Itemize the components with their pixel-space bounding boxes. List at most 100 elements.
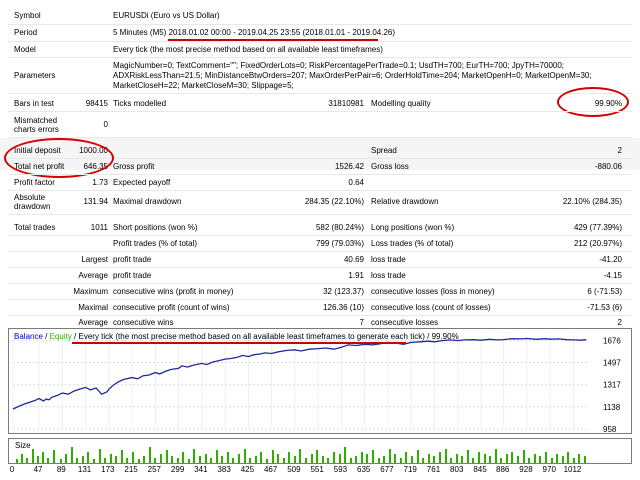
volume-bar	[394, 454, 397, 463]
volume-bar	[37, 456, 40, 463]
volume-bar	[561, 456, 564, 463]
expected-payoff-label: Expected payoff	[113, 178, 171, 187]
volume-bar	[455, 454, 458, 463]
volume-bar	[539, 456, 542, 463]
volume-bar	[221, 456, 224, 463]
volume-bar	[176, 458, 179, 463]
volume-bar	[65, 454, 68, 463]
volume-bar	[254, 456, 257, 463]
volume-bar	[21, 454, 24, 463]
x-tick-label: 467	[263, 465, 278, 474]
volume-bar	[52, 450, 55, 463]
parameters-line-3: MarketCloseH=22; MarketCloseM=30; Slippa…	[113, 81, 294, 90]
largest-profit-value: 40.69	[343, 255, 364, 264]
volume-bar	[199, 456, 201, 463]
profit-factor-value: 1.73	[92, 178, 108, 187]
x-tick-label: 341	[194, 465, 208, 474]
maximal-cons-loss-label: consecutive loss (count of losses)	[371, 303, 491, 312]
divider	[8, 283, 632, 284]
y-tick-label: 1138	[603, 403, 621, 412]
volume-bar	[349, 458, 352, 463]
volume-bar	[310, 454, 313, 463]
avg-cons-losses-value: 2	[617, 318, 622, 327]
legend-separator: /	[424, 332, 432, 341]
volume-bar	[70, 447, 73, 463]
volume-bar	[433, 456, 436, 463]
model-value: Every tick (the most precise method base…	[113, 45, 383, 54]
gross-profit-value: 1526.42	[335, 162, 364, 171]
volume-bar	[366, 454, 369, 463]
x-tick-label: 425	[240, 465, 255, 474]
maximal-cons-loss-value: -71.53 (6)	[587, 303, 622, 312]
average-loss-label: loss trade	[371, 271, 406, 280]
divider	[8, 190, 632, 191]
divider	[8, 24, 632, 25]
volume-bar	[533, 454, 536, 463]
divider	[8, 41, 632, 42]
parameters-line-2: ADXRiskLessThan=21.5; MinDistanceBtwOrde…	[113, 71, 592, 80]
volume-bar	[47, 458, 50, 463]
volume-bar	[26, 458, 29, 463]
long-positions-label: Long positions (won %)	[371, 223, 455, 232]
volume-bar	[104, 458, 107, 463]
symbol-value: EURUSDi (Euro vs US Dollar)	[113, 11, 220, 20]
volume-bar	[438, 452, 441, 463]
max-drawdown-value: 284.35 (22.10%)	[304, 197, 364, 206]
volume-bar	[260, 452, 263, 463]
legend-equity: Equity	[49, 332, 72, 341]
volume-bar	[148, 447, 151, 463]
volume-bar	[243, 449, 246, 463]
expected-payoff-value: 0.64	[348, 178, 364, 187]
volume-bar	[215, 450, 218, 463]
model-label: Model	[14, 45, 36, 54]
volume-bar	[277, 454, 280, 463]
maximal-label: Maximal	[78, 303, 108, 312]
avg-cons-wins-value: 7	[359, 318, 364, 327]
volume-bar	[321, 456, 324, 463]
volume-bar	[87, 452, 90, 463]
volume-bar	[165, 450, 168, 463]
legend-separator: /	[42, 332, 50, 341]
profit-factor-label: Profit factor	[14, 178, 55, 187]
volume-bar	[478, 452, 480, 463]
volume-bar	[293, 456, 296, 463]
volume-bar	[522, 450, 525, 463]
volume-bar	[305, 458, 308, 463]
volume-bar	[210, 458, 213, 463]
volume-bar	[567, 452, 570, 463]
volume-bar	[505, 454, 508, 463]
symbol-label: Symbol	[14, 11, 41, 20]
gross-profit-label: Gross profit	[113, 162, 155, 171]
profit-trades-value: 799 (79.03%)	[315, 239, 364, 248]
y-tick-label: 1497	[603, 359, 621, 368]
short-positions-label: Short positions (won %)	[113, 223, 198, 232]
volume-bar	[154, 458, 157, 463]
volume-bar	[332, 452, 335, 463]
period-range: (2018.01.01 - 2019.04.26)	[302, 28, 396, 37]
period-dates: 2018.01.02 00:00 - 2019.04.25 23:55	[168, 28, 301, 37]
bars-value: 98415	[85, 99, 108, 108]
divider	[8, 267, 632, 268]
x-tick-label: 803	[450, 465, 464, 474]
volume-bar	[584, 456, 587, 463]
volume-bar	[137, 459, 140, 463]
volume-bar	[489, 456, 492, 463]
short-positions-value: 582 (80.24%)	[315, 223, 364, 232]
divider	[8, 299, 632, 300]
x-tick-label: 970	[542, 465, 556, 474]
volume-bar	[41, 452, 44, 463]
avg-cons-losses-label: consecutive losses	[371, 318, 439, 327]
quality-highlight-circle	[557, 87, 629, 117]
volume-bar	[76, 458, 79, 463]
y-tick-label: 1676	[603, 336, 621, 345]
volume-bar	[444, 449, 447, 463]
volume-bar	[15, 459, 18, 463]
max-cons-wins-label: consecutive wins (profit in money)	[113, 287, 234, 296]
quality-label: Modelling quality	[371, 99, 431, 108]
volume-bar	[31, 449, 34, 463]
volume-bar	[132, 452, 135, 463]
loss-trades-label: Loss trades (% of total)	[371, 239, 454, 248]
legend-underline-annotation	[72, 342, 406, 344]
x-tick-label: 719	[403, 465, 417, 474]
volume-bar	[98, 449, 101, 463]
